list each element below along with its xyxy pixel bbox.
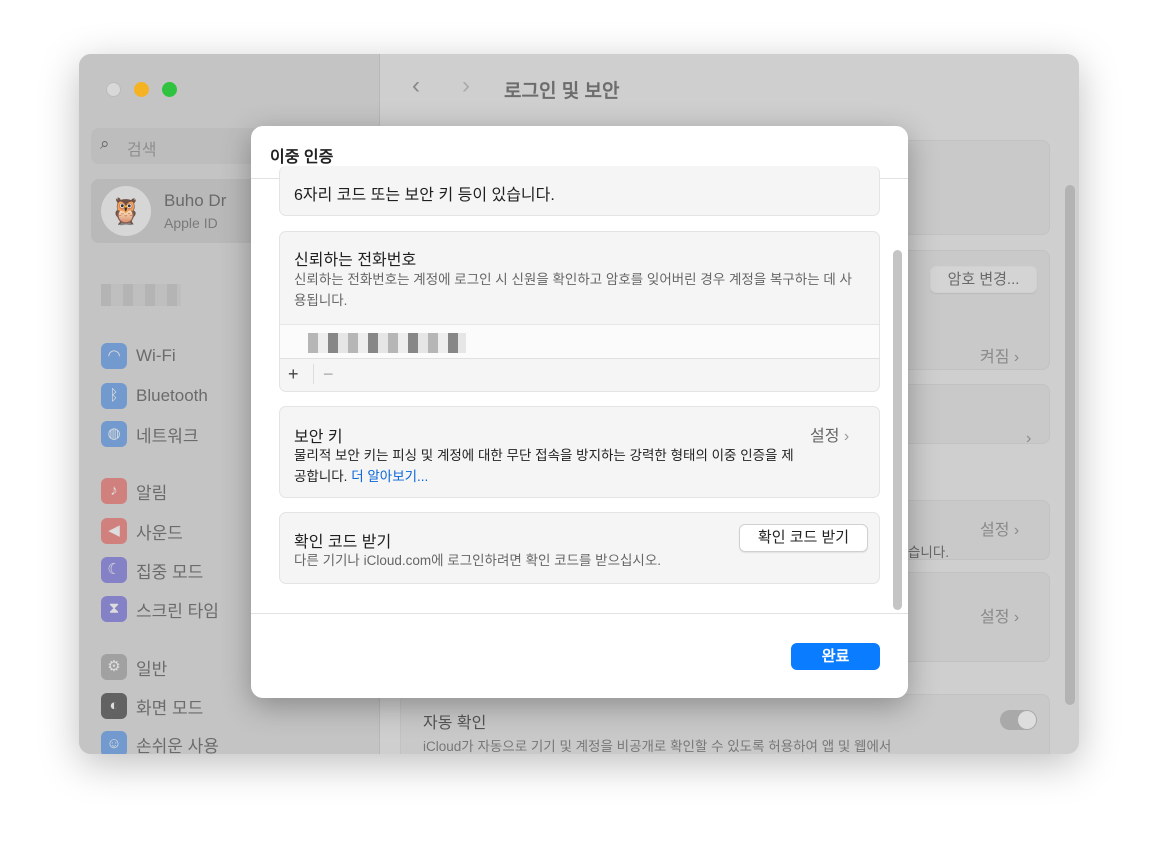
hourglass-icon: ⧗ xyxy=(101,596,127,622)
auto-verify-title: 자동 확인 xyxy=(423,715,487,732)
bluetooth-icon: ᛒ xyxy=(101,383,127,409)
sidebar-item-label: Wi-Fi xyxy=(136,346,176,365)
divider xyxy=(251,613,908,614)
avatar: 🦉 xyxy=(101,186,151,236)
setup-label: 설정 xyxy=(810,428,840,445)
trusted-phone-title: 신뢰하는 전화번호 xyxy=(294,252,417,269)
setup-label: 설정 xyxy=(980,522,1010,539)
sidebar-item-label: 스크린 타임 xyxy=(136,601,219,621)
phone-list xyxy=(280,324,879,359)
accessibility-icon: ☺ xyxy=(101,731,127,754)
add-phone-button[interactable]: + xyxy=(288,364,299,385)
profile-subtitle: Apple ID xyxy=(164,215,218,231)
sidebar-item[interactable]: ☺ 손쉬운 사용 xyxy=(101,730,219,754)
setup-2-link[interactable]: 설정 › xyxy=(980,603,1019,627)
done-button[interactable]: 완료 xyxy=(791,643,880,670)
sidebar-item-label: 사운드 xyxy=(136,523,183,543)
main-scrollbar[interactable] xyxy=(1065,185,1075,705)
profile-name: Buho Dr xyxy=(164,191,227,210)
sidebar-item-label: 알림 xyxy=(136,483,168,503)
change-password-button[interactable]: 암호 변경... xyxy=(930,266,1037,293)
sidebar-item[interactable]: ᛒ Bluetooth xyxy=(101,382,208,410)
sidebar-item[interactable]: ♪ 알림 xyxy=(101,477,167,505)
sidebar-item[interactable]: ⚙ 일반 xyxy=(101,653,167,681)
dialog-title: 이중 인증 xyxy=(270,149,334,166)
learn-more-link[interactable]: 더 알아보기... xyxy=(351,469,428,484)
moon-icon: ☾ xyxy=(101,557,127,583)
sidebar-item-label: 일반 xyxy=(136,659,168,679)
gear-icon: ⚙ xyxy=(101,654,127,680)
sidebar-item[interactable]: ☾ 집중 모드 xyxy=(101,556,203,584)
sidebar-item[interactable]: ◍ 네트워크 xyxy=(101,420,199,448)
sidebar-item-label: 네트워크 xyxy=(136,426,199,446)
partial-text: 습니다. xyxy=(908,545,950,560)
two-factor-dialog: 이중 인증 6자리 코드 또는 보안 키 등이 있습니다. 신뢰하는 전화번호 … xyxy=(251,126,908,698)
close-button[interactable] xyxy=(106,82,121,97)
trusted-phone-desc: 신뢰하는 전화번호는 계정에 로그인 시 신원을 확인하고 암호를 잊어버린 경… xyxy=(294,272,852,308)
appearance-icon: ◐ xyxy=(101,693,127,719)
chevron-right-icon[interactable]: › xyxy=(1026,430,1031,448)
forward-icon[interactable]: › xyxy=(462,72,470,100)
search-icon: ⌕ xyxy=(100,134,110,153)
auto-verify-toggle[interactable] xyxy=(1000,710,1037,730)
zoom-button[interactable] xyxy=(162,82,177,97)
sidebar-item-label: Bluetooth xyxy=(136,386,208,405)
security-key-title: 보안 키 xyxy=(294,429,343,446)
sidebar-item[interactable]: ◀ 사운드 xyxy=(101,517,183,545)
sidebar-item[interactable]: ◐ 화면 모드 xyxy=(101,692,203,720)
get-verification-code-button[interactable]: 확인 코드 받기 xyxy=(739,524,868,552)
verification-code-title: 확인 코드 받기 xyxy=(294,534,392,551)
sidebar-item[interactable]: ⧗ 스크린 타임 xyxy=(101,595,219,623)
trusted-phone-card: 신뢰하는 전화번호 신뢰하는 전화번호는 계정에 로그인 시 신원을 확인하고 … xyxy=(279,231,880,392)
sidebar-item-label: 손쉬운 사용 xyxy=(136,736,219,755)
sidebar-item[interactable]: ◠ Wi-Fi xyxy=(101,342,176,370)
status-label: 켜짐 xyxy=(980,349,1010,366)
redacted-phone-number[interactable] xyxy=(308,333,466,353)
two-factor-status[interactable]: 켜짐 › xyxy=(980,343,1019,367)
minimize-button[interactable] xyxy=(134,82,149,97)
setup-label: 설정 xyxy=(980,609,1010,626)
security-key-card: 보안 키 설정 › 물리적 보안 키는 피싱 및 계정에 대한 무단 접속을 방… xyxy=(279,406,880,498)
page-title: 로그인 및 보안 xyxy=(504,81,620,102)
auth-methods-card: 6자리 코드 또는 보안 키 등이 있습니다. xyxy=(279,166,880,216)
verification-code-desc: 다른 기기나 iCloud.com에 로그인하려면 확인 코드를 받으십시오. xyxy=(294,553,662,568)
auto-verify-desc: iCloud가 자동으로 기기 및 계정을 비공개로 확인할 수 있도록 허용하… xyxy=(423,739,892,754)
chevron-right-icon: › xyxy=(843,428,850,445)
speaker-icon: ◀ xyxy=(101,518,127,544)
dialog-scrollbar[interactable] xyxy=(893,250,902,610)
wifi-icon: ◠ xyxy=(101,343,127,369)
sidebar-item-label: 집중 모드 xyxy=(136,562,204,582)
partial-text: 6자리 코드 또는 보안 키 등이 있습니다. xyxy=(294,187,555,204)
back-icon[interactable]: ‹ xyxy=(412,72,420,100)
bell-icon: ♪ xyxy=(101,478,127,504)
security-key-setup[interactable]: 설정 › xyxy=(810,422,849,446)
redacted-text xyxy=(101,284,181,306)
sidebar-item-label: 화면 모드 xyxy=(136,698,204,718)
globe-icon: ◍ xyxy=(101,421,127,447)
setup-1-link[interactable]: 설정 › xyxy=(980,516,1019,540)
search-placeholder: 검색 xyxy=(127,142,157,159)
remove-phone-button[interactable]: − xyxy=(323,364,334,385)
verification-code-card: 확인 코드 받기 다른 기기나 iCloud.com에 로그인하려면 확인 코드… xyxy=(279,512,880,584)
